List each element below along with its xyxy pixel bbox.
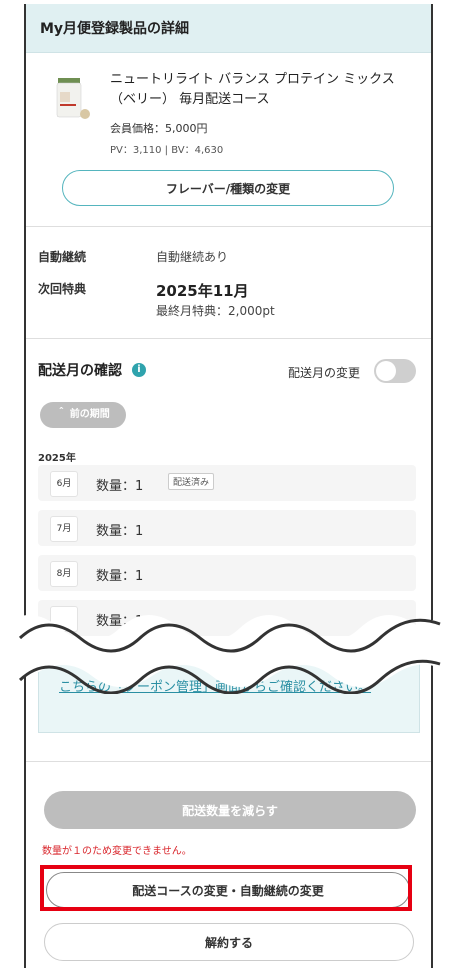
page-break-wave xyxy=(0,610,449,694)
panel-header: My月便登録製品の詳細 xyxy=(26,4,431,53)
page-title: My月便登録製品の詳細 xyxy=(40,21,190,37)
toggle-knob xyxy=(376,361,396,381)
quantity-text: 数量：1 xyxy=(96,479,144,494)
detail-panel: My月便登録製品の詳細 ニュートリライト バランス プロテイン ミックス（ベリー… xyxy=(24,4,433,968)
month-row: 6月 数量：1 配送済み xyxy=(38,465,416,501)
next-benefit-date: 2025年11月 xyxy=(156,282,249,300)
product-image xyxy=(56,78,90,119)
info-icon[interactable]: i xyxy=(132,363,146,377)
month-box: 8月 xyxy=(50,561,78,587)
flavor-change-button[interactable]: フレーバー/種類の変更 xyxy=(62,170,394,206)
previous-period-button[interactable]: ＾ 前の期間 xyxy=(40,402,126,428)
month-row: 7月 数量：1 xyxy=(38,510,416,546)
quantity-text: 数量：1 xyxy=(96,524,144,539)
auto-renew-value: 自動継続あり xyxy=(156,250,229,264)
month-box: 6月 xyxy=(50,471,78,497)
year-label: 2025年 xyxy=(38,453,76,464)
divider xyxy=(26,338,431,339)
error-message: 数量が１のため変更できません。 xyxy=(42,846,192,857)
auto-renew-label: 自動継続 xyxy=(38,250,87,264)
month-row: 8月 数量：1 xyxy=(38,555,416,591)
quantity-text: 数量：1 xyxy=(96,569,144,584)
final-month-benefit: 最終月特典：2,000pt xyxy=(156,304,275,318)
reduce-quantity-button[interactable]: 配送数量を減らす xyxy=(44,791,416,829)
divider xyxy=(26,761,431,762)
delivered-badge: 配送済み xyxy=(168,473,215,490)
cancel-subscription-button[interactable]: 解約する xyxy=(44,923,414,961)
highlight-box xyxy=(40,865,412,911)
next-benefit-label: 次回特典 xyxy=(38,282,87,296)
month-box: 7月 xyxy=(50,516,78,542)
product-pv-bv: PV：3,110 | BV：4,630 xyxy=(110,145,224,156)
delivery-month-toggle[interactable] xyxy=(374,359,416,383)
delivery-month-change-label: 配送月の変更 xyxy=(288,366,361,380)
product-price: 会員価格：5,000円 xyxy=(110,122,208,135)
delivery-month-title: 配送月の確認 xyxy=(38,363,122,379)
divider xyxy=(26,226,431,227)
product-name: ニュートリライト バランス プロテイン ミックス（ベリー） 毎月配送コース xyxy=(110,72,395,107)
